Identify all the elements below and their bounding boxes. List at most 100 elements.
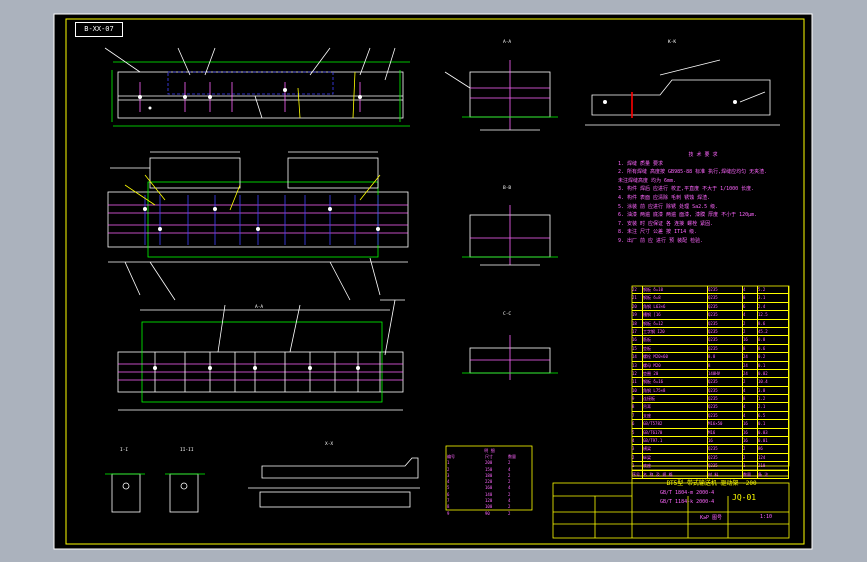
bom-row: 22 钢板 δ=10 Q235 4 5.2	[632, 286, 789, 295]
bom-cell: 10	[632, 386, 643, 395]
bom-cell: 1	[743, 462, 758, 470]
notes-title: 技 术 要 求	[688, 152, 718, 158]
section-label-a: A-A	[503, 40, 512, 45]
bom-cell: Q235	[708, 386, 743, 395]
bom-cell: 2.4	[758, 302, 789, 311]
bom-cell: Q235	[708, 395, 743, 403]
section-label-top: A-A	[255, 305, 264, 310]
bom-cell: Q235	[708, 286, 743, 294]
note-line: 未注焊缝高度 均为 6mm.	[618, 177, 677, 184]
bom-cell: Q235	[708, 344, 743, 353]
bom-cell: 45.2	[758, 327, 789, 336]
bom-cell: 5	[632, 428, 643, 437]
dimension-row: 9 90 2	[447, 511, 532, 517]
bom-row: 17 工字钢 I20 Q235 2 45.2	[632, 327, 789, 337]
bom-cell: 连接板	[643, 395, 708, 403]
bom-cell: Q235	[708, 311, 743, 319]
bom-cell: 钢板 δ=10	[643, 286, 708, 294]
bill-of-materials: 22 钢板 δ=10 Q235 4 5.2 21 钢板 δ=8 Q235 8 3.1 20 角钢 L6…	[632, 286, 789, 479]
bom-cell: 备 注	[758, 470, 789, 478]
bom-row: 10 角钢 L75×8 Q235 4 3.8	[632, 386, 789, 396]
bom-cell: 9	[632, 395, 643, 403]
bom-cell: 19	[632, 311, 643, 319]
bom-cell: 2	[743, 319, 758, 327]
bom-cell: 垫板	[643, 344, 708, 353]
bom-cell: 7	[632, 411, 643, 420]
bom-cell: 角钢 L75×8	[643, 386, 708, 395]
bom-cell: 底座	[643, 462, 708, 470]
bom-cell: 24	[743, 353, 758, 361]
bom-row: 20 角钢 L63×6 Q235 6 2.4	[632, 302, 789, 312]
bom-cell: Q235	[708, 445, 743, 453]
bom-cell: M16×50	[708, 420, 743, 428]
bom-cell: 8.6	[758, 319, 789, 327]
bom-row: 8 吊耳 Q235 4 2.1	[632, 403, 789, 412]
scale-label: 1:10	[760, 514, 773, 520]
bom-cell: 名 称 及 规 格	[643, 470, 708, 478]
bom-row: 6 GB/T5782 M16×50 16 0.1	[632, 420, 789, 429]
bom-cell: Q235	[708, 403, 743, 411]
bom-cell: 16	[632, 336, 643, 344]
bom-row: 9 连接板 Q235 8 1.2	[632, 395, 789, 404]
bom-cell: 3	[632, 445, 643, 453]
bom-cell: GB/T6170	[643, 428, 708, 437]
note-line: 5. 涂装 前 应进行 除锈 处理 Sa2.5 级.	[618, 203, 719, 210]
bom-cell: 11	[632, 378, 643, 386]
bom-cell: 筋板	[643, 336, 708, 344]
bom-cell: Q235	[708, 336, 743, 344]
bom-row: 5 GB/T6170 M16 16 0.03	[632, 428, 789, 438]
note-line: 7. 安装 时 应保证 各 连接 螺栓 紧固.	[618, 220, 714, 227]
note-line: 3. 构件 焊后 应进行 校正,平直度 不大于 1/1000 长度.	[618, 186, 755, 193]
bom-cell: 横梁	[643, 445, 708, 453]
note-line: 8. 未注 尺寸 公差 按 IT14 级.	[618, 229, 698, 236]
bom-row: 16 筋板 Q235 16 0.8	[632, 336, 789, 345]
bom-row: 4 GB/T97.1 16 16 0.01	[632, 437, 789, 446]
bom-cell: Q235	[708, 302, 743, 311]
section-label-b: B-B	[503, 186, 512, 191]
bom-cell: 86	[758, 445, 789, 453]
bom-cell: 钢板 δ=16	[643, 378, 708, 386]
technical-notes: 技 术 要 求 1. 焊缝 质量 要求 2. 所有焊缝 高度按 GB985-88…	[618, 151, 788, 246]
bom-row: 11 钢板 δ=16 Q235 2 10.4	[632, 378, 789, 387]
bom-cell: 4	[743, 386, 758, 395]
bom-cell: 0.02	[758, 369, 789, 378]
bom-cell: 2	[743, 445, 758, 453]
bom-cell: 24	[743, 361, 758, 369]
bom-cell: 工字钢 I20	[643, 327, 708, 336]
bom-cell: Q235	[708, 453, 743, 462]
bom-cell: GB/T5782	[643, 420, 708, 428]
bom-cell: 124	[758, 453, 789, 462]
dimension-cell: 9	[447, 510, 450, 516]
detail-label-2: II-II	[180, 448, 194, 453]
bom-cell: 8	[708, 361, 743, 369]
bom-cell: 14	[632, 353, 643, 361]
bom-cell: 钢板 δ=8	[643, 294, 708, 302]
bom-cell: 24	[743, 369, 758, 378]
bom-cell: 4	[743, 311, 758, 319]
bom-cell: Q235	[708, 294, 743, 302]
section-label-c: C-C	[503, 312, 512, 317]
bom-cell: 4	[632, 437, 643, 445]
bom-cell: 0.2	[758, 353, 789, 361]
bom-cell: 1	[632, 462, 643, 470]
bom-cell: 4	[743, 403, 758, 411]
drawing-title: BT5型 带式输送机 驱动架 -200	[666, 480, 757, 487]
bom-cell: 0.03	[758, 428, 789, 437]
bom-cell: 16	[743, 336, 758, 344]
bom-cell: 5.2	[758, 286, 789, 294]
bom-row: 14 螺栓 M20×60 8.8 24 0.2	[632, 353, 789, 362]
bom-cell: 13	[632, 361, 643, 369]
bom-cell: 16	[743, 437, 758, 445]
bom-cell: Q235	[708, 319, 743, 327]
note-line: 4. 构件 表面 应清除 毛刺 锈蚀 焊渣.	[618, 194, 711, 201]
bom-cell: Q235	[708, 411, 743, 420]
bom-cell: 4	[743, 286, 758, 294]
bom-cell: Q235	[708, 327, 743, 336]
bom-cell: 12.5	[758, 311, 789, 319]
bom-row: 7 支座 Q235 4 6.5	[632, 411, 789, 421]
bom-cell: 2	[743, 327, 758, 336]
bom-cell: 螺栓 M20×60	[643, 353, 708, 361]
drawing-number: JQ-01	[732, 493, 757, 502]
bom-cell: 8	[743, 395, 758, 403]
bom-cell: 2	[743, 378, 758, 386]
